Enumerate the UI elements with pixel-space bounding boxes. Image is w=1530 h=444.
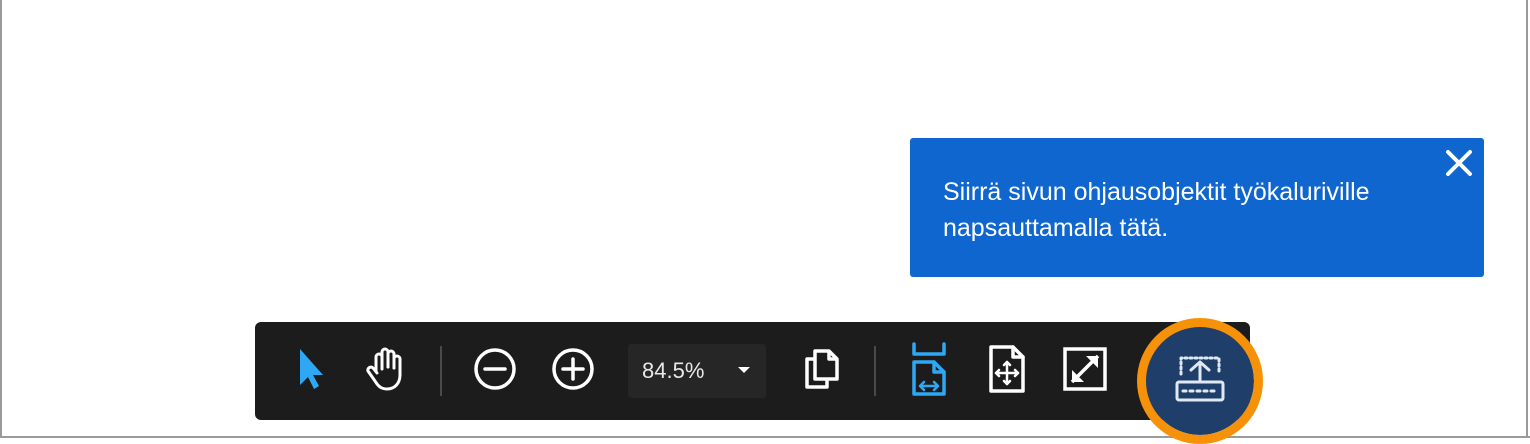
zoom-out-button[interactable] — [468, 344, 522, 398]
expand-icon — [1062, 346, 1108, 397]
hand-icon — [362, 345, 410, 398]
fit-page-button[interactable] — [980, 344, 1034, 398]
fit-width-icon — [906, 341, 952, 401]
full-screen-button[interactable] — [1058, 344, 1112, 398]
arrow-pointer-icon — [290, 345, 330, 398]
plus-circle-icon — [550, 346, 596, 397]
zoom-level-dropdown[interactable]: 84.5% — [628, 344, 766, 398]
onboarding-tooltip: Siirrä sivun ohjausobjektit työkalurivil… — [910, 138, 1484, 277]
fit-page-icon — [985, 344, 1029, 399]
minus-circle-icon — [472, 346, 518, 397]
highlight-ring — [1137, 318, 1263, 444]
select-tool-button[interactable] — [283, 344, 337, 398]
zoom-level-value: 84.5% — [642, 358, 705, 383]
pages-icon — [799, 345, 845, 398]
chevron-down-icon — [734, 360, 754, 380]
toolbar-separator — [874, 346, 876, 396]
tooltip-message: Siirrä sivun ohjausobjektit työkalurivil… — [943, 178, 1370, 242]
fit-width-button[interactable] — [902, 341, 956, 401]
toolbar-separator — [440, 346, 442, 396]
page-view-button[interactable] — [795, 344, 849, 398]
page-controls-toolbar: 84.5% — [255, 322, 1250, 420]
zoom-in-button[interactable] — [546, 344, 600, 398]
frame-divider — [0, 436, 1530, 438]
close-icon[interactable] — [1444, 148, 1474, 178]
hand-tool-button[interactable] — [359, 344, 413, 398]
